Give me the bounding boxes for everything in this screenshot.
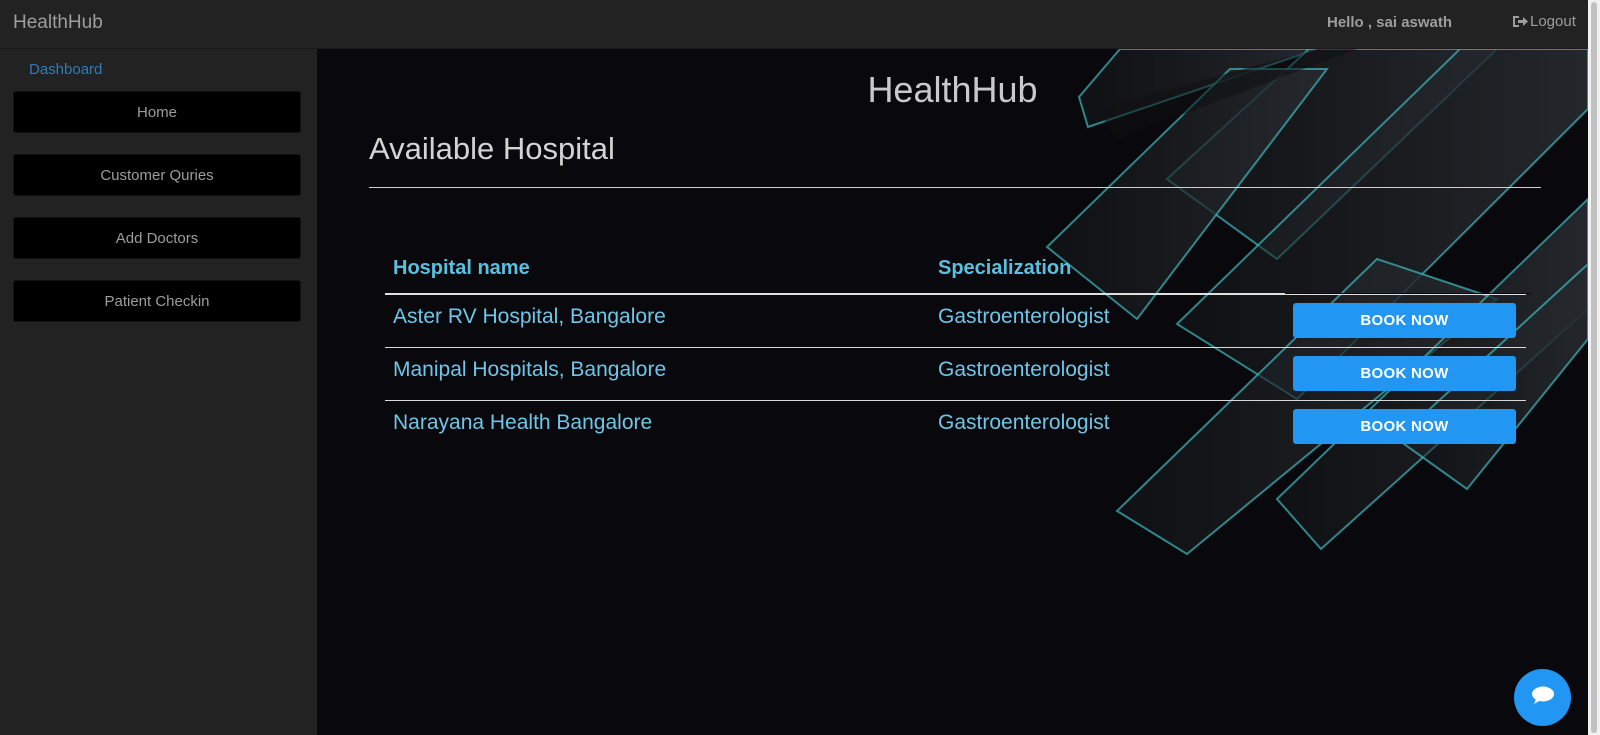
page-heading: Available Hospital bbox=[369, 131, 615, 166]
specialization-cell: Gastroenterologist bbox=[938, 358, 1110, 381]
heading-divider bbox=[369, 187, 1541, 188]
hospital-name-cell: Manipal Hospitals, Bangalore bbox=[393, 358, 667, 381]
user-greeting: Hello , sai aswath bbox=[1327, 14, 1453, 31]
sidebar-item-home[interactable]: Home bbox=[13, 91, 301, 133]
specialization-cell: Gastroenterologist bbox=[938, 411, 1110, 434]
hospital-name-cell: Aster RV Hospital, Bangalore bbox=[393, 305, 666, 328]
top-navbar: HealthHub Hello , sai aswath Logout bbox=[0, 0, 1600, 49]
table-header-gap bbox=[1285, 293, 1530, 294]
logout-label: Logout bbox=[1530, 13, 1576, 30]
column-header-hospital-name: Hospital name bbox=[393, 257, 530, 279]
logout-icon bbox=[1512, 14, 1528, 29]
sidebar-item-patient-checkin[interactable]: Patient Checkin bbox=[13, 280, 301, 322]
specialization-cell: Gastroenterologist bbox=[938, 305, 1110, 328]
row-divider bbox=[385, 347, 1526, 348]
sidebar-dashboard-link[interactable]: Dashboard bbox=[29, 61, 102, 78]
scrollbar-thumb[interactable] bbox=[1591, 2, 1597, 733]
column-header-specialization: Specialization bbox=[938, 257, 1072, 279]
book-now-button[interactable]: BOOK NOW bbox=[1293, 409, 1516, 444]
book-now-button[interactable]: BOOK NOW bbox=[1293, 356, 1516, 391]
hospital-name-cell: Narayana Health Bangalore bbox=[393, 411, 653, 434]
row-divider bbox=[385, 400, 1526, 401]
book-now-button[interactable]: BOOK NOW bbox=[1293, 303, 1516, 338]
logout-link[interactable]: Logout bbox=[1512, 13, 1576, 30]
sidebar-item-add-doctors[interactable]: Add Doctors bbox=[13, 217, 301, 259]
chat-button[interactable] bbox=[1514, 669, 1571, 726]
main-content: HealthHub Available Hospital Hospital na… bbox=[317, 49, 1588, 735]
chat-bubble-icon bbox=[1531, 685, 1555, 710]
brand-logo[interactable]: HealthHub bbox=[13, 12, 103, 34]
sidebar-item-customer-queries[interactable]: Customer Quries bbox=[13, 154, 301, 196]
app-title: HealthHub bbox=[867, 69, 1038, 110]
sidebar: Dashboard Home Customer Quries Add Docto… bbox=[0, 49, 317, 735]
